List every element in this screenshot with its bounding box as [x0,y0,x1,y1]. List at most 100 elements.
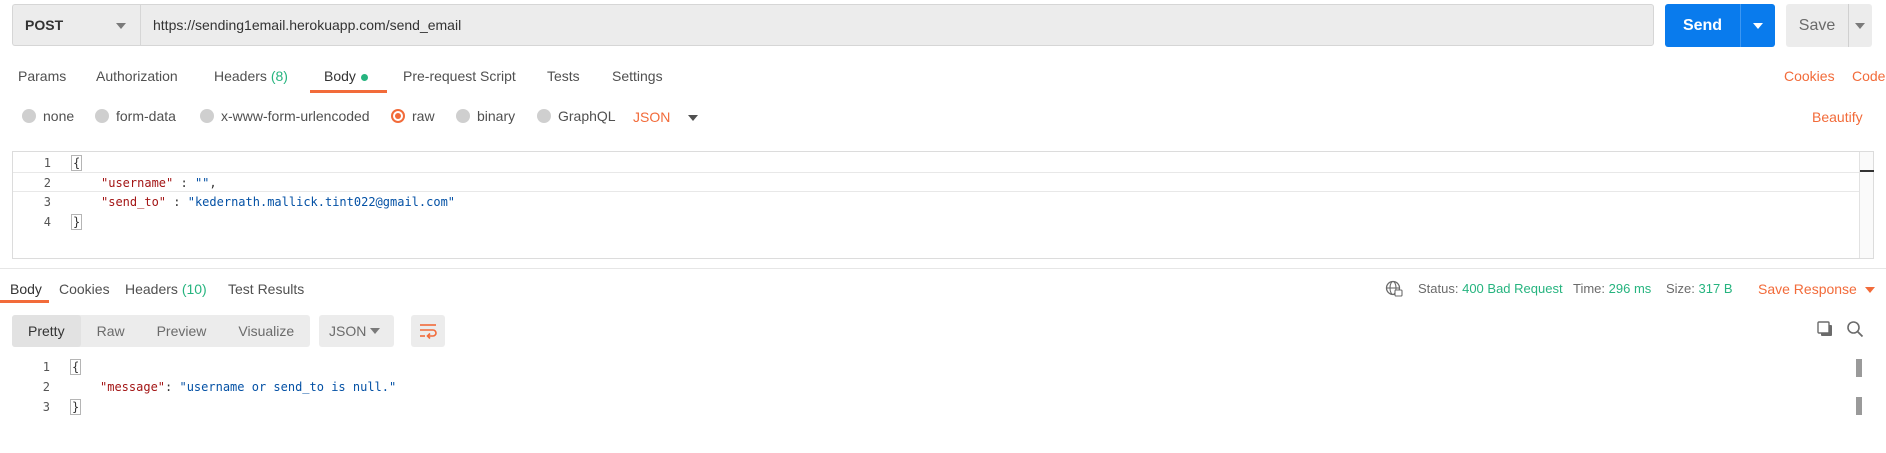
radio-urlencoded[interactable]: x-www-form-urlencoded [200,108,370,124]
size-label: Size: [1666,281,1695,296]
code-line: 1 { [12,357,1874,377]
wrap-lines-button[interactable] [411,315,445,347]
response-tab-headers[interactable]: Headers (10) [125,281,207,297]
code-text: "send_to" : "kedernath.mallick.tint022@g… [101,195,455,209]
url-input[interactable]: https://sending1email.herokuapp.com/send… [140,4,1654,46]
save-response-label: Save Response [1758,281,1857,297]
save-options-chevron-icon[interactable] [1848,4,1872,47]
radio-circle [95,109,109,123]
json-separator: : [166,195,188,209]
scrollbar-marker [1860,170,1874,172]
json-key: "send_to" [101,195,167,209]
tab-headers-label: Headers [214,68,267,84]
radio-binary[interactable]: binary [456,108,515,124]
radio-binary-label: binary [477,108,516,124]
tab-authorization[interactable]: Authorization [96,68,178,84]
size-value: 317 B [1698,281,1733,296]
response-format-value: JSON [329,323,367,339]
body-format-select[interactable]: JSON [633,109,699,125]
request-url-bar: POST https://sending1email.herokuapp.com… [12,4,1654,46]
response-tab-test-results[interactable]: Test Results [228,281,304,297]
code-line: 3 } [12,397,1874,417]
mode-preview[interactable]: Preview [141,315,223,347]
json-separator: : [173,176,195,190]
chevron-down-icon [370,328,380,334]
cookies-link[interactable]: Cookies [1784,68,1835,84]
response-tab-cookies[interactable]: Cookies [59,281,110,297]
json-key: "message" [100,380,166,394]
modified-dot-icon [360,73,368,81]
body-type-options: none form-data x-www-form-urlencoded raw… [0,106,1886,128]
radio-form-data[interactable]: form-data [95,108,176,124]
chevron-down-icon [116,23,126,29]
code-line: 2 "username" : "", [13,172,1873,192]
response-tab-headers-count: (10) [181,281,207,297]
radio-form-data-label: form-data [116,108,176,124]
tab-body-label: Body [324,68,356,84]
mode-raw[interactable]: Raw [81,315,141,347]
search-icon[interactable] [1846,320,1864,341]
line-number: 1 [42,360,50,374]
save-button[interactable]: Save [1786,4,1872,47]
radio-none-label: none [43,108,75,124]
tab-pre-request-script[interactable]: Pre-request Script [403,68,516,84]
tab-params[interactable]: Params [18,68,66,84]
time-label: Time: [1573,281,1606,296]
scrollbar-thumb[interactable] [1856,397,1862,415]
status-text: Status: 400 Bad Request [1418,281,1563,296]
code-text: } [70,399,82,415]
copy-icon[interactable] [1816,320,1834,341]
tab-tests[interactable]: Tests [547,68,580,84]
json-key: "username" [101,176,174,190]
response-tab-body[interactable]: Body [10,281,42,297]
save-button-label: Save [1798,16,1836,34]
method-select[interactable]: POST [12,4,140,46]
tab-body[interactable]: Body [324,68,368,84]
time-text: Time: 296 ms [1573,281,1651,296]
editor-scrollbar[interactable] [1859,152,1874,258]
code-text: "message": "username or send_to is null.… [100,380,396,394]
json-value: "kedernath.mallick.tint022@gmail.com" [187,195,456,209]
active-tab-indicator [310,90,387,93]
tab-headers-count: (8) [270,68,288,84]
radio-raw-label: raw [412,108,435,124]
code-line: 4 } [13,212,1873,232]
line-number: 2 [43,176,51,190]
radio-circle [22,109,36,123]
code-link[interactable]: Code [1852,68,1885,84]
radio-urlencoded-label: x-www-form-urlencoded [221,108,370,124]
globe-icon[interactable] [1385,280,1403,301]
send-button[interactable]: Send [1665,4,1775,47]
radio-circle [537,109,551,123]
chevron-down-icon [688,115,699,122]
tab-settings[interactable]: Settings [612,68,663,84]
mode-visualize[interactable]: Visualize [222,315,310,347]
radio-none[interactable]: none [22,108,74,124]
mode-pretty[interactable]: Pretty [12,315,81,347]
status-value: 400 Bad Request [1462,281,1563,296]
scrollbar-thumb[interactable] [1856,359,1862,377]
line-number: 2 [42,380,50,394]
beautify-link[interactable]: Beautify [1812,109,1863,125]
line-number: 3 [42,400,50,414]
response-format-select[interactable]: JSON [319,315,394,347]
wrap-lines-icon [420,324,437,339]
radio-graphql[interactable]: GraphQL [537,108,616,124]
line-number: 1 [43,156,51,170]
request-tabs: Params Authorization Headers (8) Body Pr… [0,64,1886,94]
close-brace: } [70,399,82,415]
code-text: { [70,359,82,375]
response-tabs: Body Cookies Headers (10) Test Results S… [0,277,1886,303]
radio-graphql-label: GraphQL [558,108,616,124]
size-text: Size: 317 B [1666,281,1733,296]
json-value: "username or send_to is null." [179,380,397,394]
request-body-editor[interactable]: 1 { 2 "username" : "", 3 "send_to" : "ke… [12,151,1874,259]
radio-raw[interactable]: raw [391,108,435,124]
status-label: Status: [1418,281,1459,296]
open-brace: { [70,359,82,375]
send-options-chevron-icon[interactable] [1740,4,1775,47]
response-body-viewer[interactable]: 1 { 2 "message": "username or send_to is… [12,357,1874,453]
tab-headers[interactable]: Headers (8) [214,68,288,84]
code-text: } [71,214,83,230]
save-response-button[interactable]: Save Response [1758,281,1875,297]
